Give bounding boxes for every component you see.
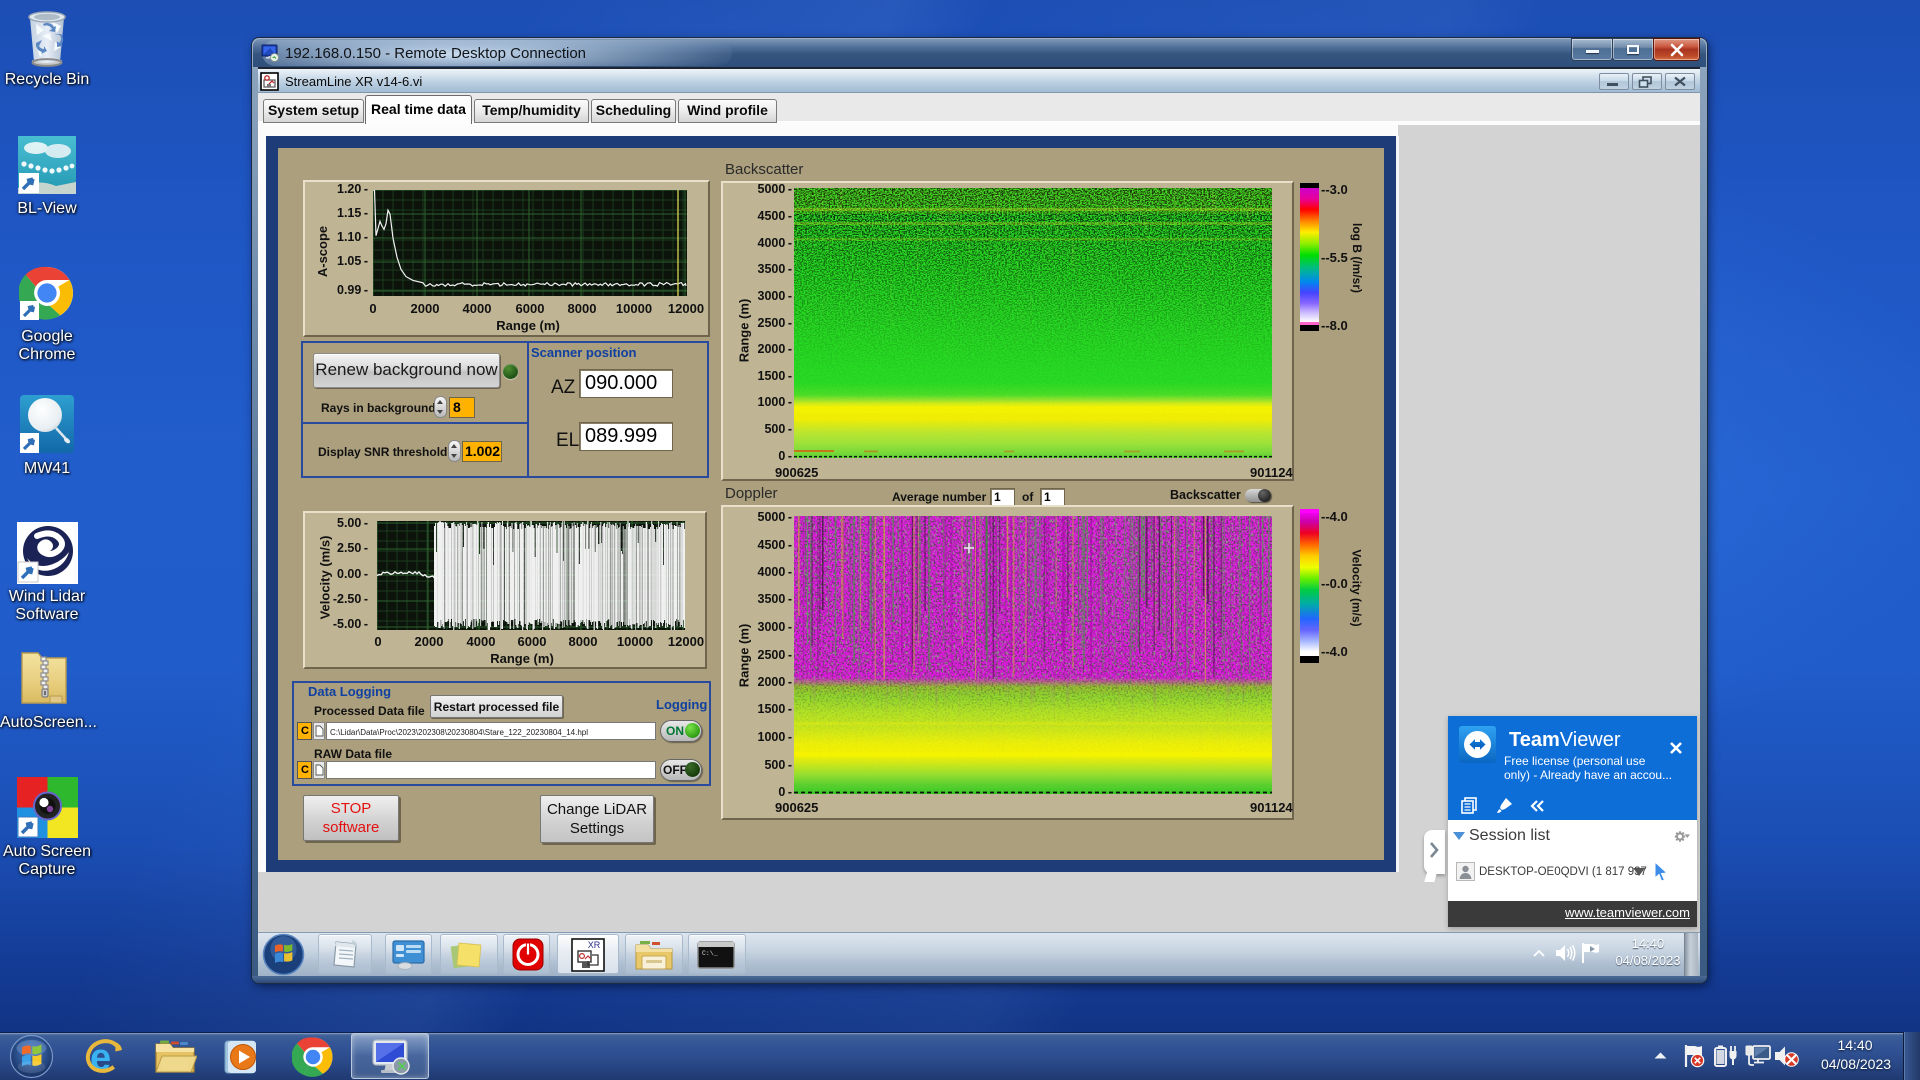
svg-text:XR: XR (588, 940, 601, 950)
svg-text:C:\_: C:\_ (702, 950, 718, 957)
